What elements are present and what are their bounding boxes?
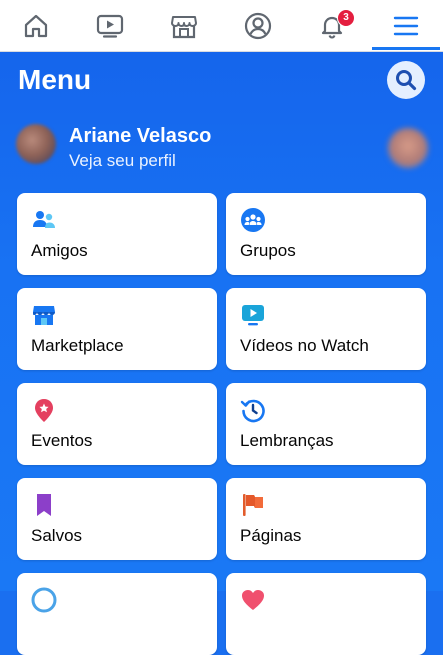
nav-notifications[interactable]: 3 — [301, 0, 363, 51]
tile-saved[interactable]: Salvos — [17, 478, 217, 560]
menu-panel: Menu Ariane Velasco Veja seu perfil Amig… — [0, 52, 443, 655]
nav-marketplace[interactable] — [153, 0, 215, 51]
watch-video-icon — [242, 305, 264, 326]
avatar — [16, 124, 56, 164]
tile-label: Salvos — [31, 526, 83, 545]
search-icon — [396, 70, 417, 91]
nav-profile[interactable] — [227, 0, 289, 51]
tile-label: Páginas — [240, 526, 302, 545]
home-icon — [24, 14, 48, 37]
marketplace-icon — [171, 15, 197, 38]
profile-row[interactable]: Ariane Velasco Veja seu perfil — [0, 120, 443, 176]
active-tab-indicator — [372, 47, 440, 50]
view-profile-link[interactable]: Veja seu perfil — [69, 151, 176, 171]
pages-flag-icon — [243, 494, 263, 516]
tile-label: Lembranças — [240, 431, 334, 450]
tile-label: Marketplace — [31, 336, 124, 355]
events-icon — [35, 399, 53, 422]
friends-icon — [33, 211, 55, 228]
tile-groups[interactable]: Grupos — [226, 193, 426, 275]
top-navigation-bar: 3 — [0, 0, 443, 52]
tile-pages[interactable]: Páginas — [226, 478, 426, 560]
marketplace-shop-icon — [33, 306, 55, 325]
saved-bookmark-icon — [37, 494, 51, 516]
profile-name: Ariane Velasco — [69, 125, 212, 147]
tile-marketplace[interactable]: Marketplace — [17, 288, 217, 370]
tile-label: Eventos — [31, 431, 93, 450]
tile-label: Amigos — [31, 241, 88, 260]
tile-events[interactable]: Eventos — [17, 383, 217, 465]
tile-label: Grupos — [240, 241, 296, 260]
tile-friends[interactable]: Amigos — [17, 193, 217, 275]
nav-watch[interactable] — [79, 0, 141, 51]
tile-watch-videos[interactable]: Vídeos no Watch — [226, 288, 426, 370]
profile-icon — [244, 12, 272, 39]
notification-badge: 3 — [337, 9, 355, 27]
menu-icon — [393, 16, 419, 35]
groups-icon — [241, 208, 265, 232]
tile-label: Vídeos no Watch — [240, 336, 369, 355]
nav-menu[interactable] — [375, 0, 437, 51]
tile-memories[interactable]: Lembranças — [226, 383, 426, 465]
search-button[interactable] — [387, 61, 425, 99]
watch-icon — [96, 14, 124, 38]
tile-partial-left[interactable] — [17, 573, 217, 655]
page-title: Menu — [18, 64, 92, 95]
tile-partial-right[interactable] — [226, 573, 426, 655]
account-switcher-avatar[interactable] — [388, 128, 428, 168]
memories-icon — [240, 399, 265, 423]
nav-home[interactable] — [5, 0, 67, 51]
